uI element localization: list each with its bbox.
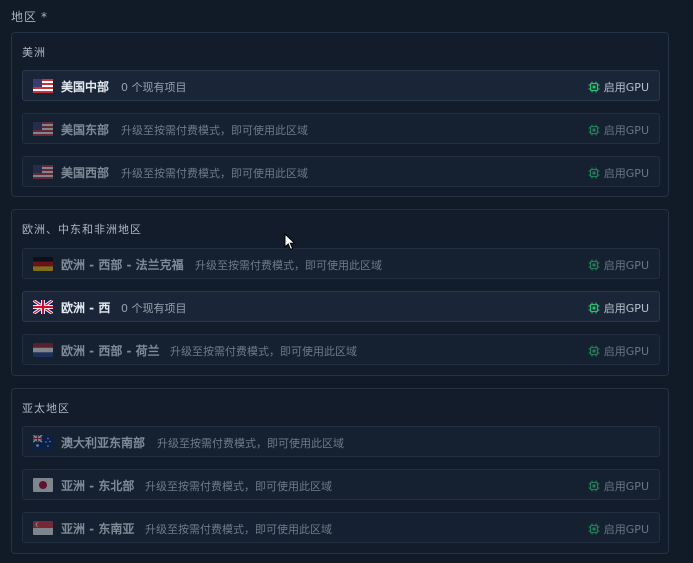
region-option-eu-west[interactable]: 欧洲 - 西 0 个现有项目 启用GPU [22,291,660,322]
flag-sg-icon [33,521,53,535]
region-description: 升级至按需付费模式，即可使用此区域 [121,124,308,137]
region-name: 美国西部 [61,166,110,180]
chip-icon [588,124,600,136]
chip-icon [588,81,600,93]
chip-icon [588,480,600,492]
required-asterisk: * [41,10,49,24]
region-option-asia-southeast[interactable]: 亚洲 - 东南亚 升级至按需付费模式，即可使用此区域 启用GPU [22,512,660,543]
gpu-label: 启用GPU [603,345,649,358]
region-description: 升级至按需付费模式，即可使用此区域 [195,259,382,272]
region-name: 亚洲 - 东北部 [61,479,135,493]
region-option-eu-west-netherlands[interactable]: 欧洲 - 西部 - 荷兰 升级至按需付费模式，即可使用此区域 启用GPU [22,334,660,365]
region-field-label: 地区 * [11,8,48,25]
region-description: 升级至按需付费模式，即可使用此区域 [157,437,344,450]
gpu-label: 启用GPU [603,523,649,536]
region-option-asia-northeast[interactable]: 亚洲 - 东北部 升级至按需付费模式，即可使用此区域 启用GPU [22,469,660,500]
region-name: 澳大利亚东南部 [61,436,146,450]
gpu-label: 启用GPU [603,480,649,493]
gpu-badge: 启用GPU [588,478,649,494]
flag-us-icon [33,79,53,93]
region-option-us-east[interactable]: 美国东部 升级至按需付费模式，即可使用此区域 启用GPU [22,113,660,144]
gpu-badge: 启用GPU [588,165,649,181]
group-title: 美洲 [22,46,46,59]
region-description: 升级至按需付费模式，即可使用此区域 [145,523,332,536]
region-name: 亚洲 - 东南亚 [61,522,135,536]
chip-icon [588,345,600,357]
region-option-australia-southeast[interactable]: 澳大利亚东南部 升级至按需付费模式，即可使用此区域 [22,426,660,457]
group-title: 欧洲、中东和非洲地区 [22,223,142,236]
region-group-emea: 欧洲、中东和非洲地区 欧洲 - 西部 - 法兰克福 升级至按需付费模式，即可使用… [11,209,669,376]
flag-us-icon [33,122,53,136]
field-label-text: 地区 [11,10,38,24]
flag-us-icon [33,165,53,179]
gpu-label: 启用GPU [603,259,649,272]
region-name: 美国东部 [61,123,110,137]
gpu-badge: 启用GPU [588,122,649,138]
chip-icon [588,523,600,535]
flag-au-icon [33,435,53,449]
region-name: 欧洲 - 西部 - 法兰克福 [61,258,184,272]
region-name: 欧洲 - 西部 - 荷兰 [61,344,160,358]
flag-jp-icon [33,478,53,492]
gpu-badge: 启用GPU [588,343,649,359]
region-option-us-central[interactable]: 美国中部 0 个现有项目 启用GPU [22,70,660,101]
gpu-badge: 启用GPU [588,79,649,95]
region-option-us-west[interactable]: 美国西部 升级至按需付费模式，即可使用此区域 启用GPU [22,156,660,187]
region-name: 美国中部 [61,80,110,94]
region-description: 0 个现有项目 [121,81,187,94]
flag-de-icon [33,257,53,271]
region-name: 欧洲 - 西 [61,301,111,315]
gpu-badge: 启用GPU [588,300,649,316]
gpu-badge: 启用GPU [588,257,649,273]
region-description: 升级至按需付费模式，即可使用此区域 [121,167,308,180]
gpu-label: 启用GPU [603,302,649,315]
gpu-label: 启用GPU [603,81,649,94]
region-description: 升级至按需付费模式，即可使用此区域 [170,345,357,358]
chip-icon [588,167,600,179]
region-description: 0 个现有项目 [121,302,187,315]
region-description: 升级至按需付费模式，即可使用此区域 [145,480,332,493]
flag-uk-icon [33,300,53,314]
gpu-label: 启用GPU [603,167,649,180]
chip-icon [588,259,600,271]
flag-nl-icon [33,343,53,357]
group-title: 亚太地区 [22,402,70,415]
gpu-label: 启用GPU [603,124,649,137]
region-option-eu-west-frankfurt[interactable]: 欧洲 - 西部 - 法兰克福 升级至按需付费模式，即可使用此区域 启用GPU [22,248,660,279]
mouse-pointer-icon [284,233,296,251]
gpu-badge: 启用GPU [588,521,649,537]
region-group-americas: 美洲 美国中部 0 个现有项目 启用GPU 美国东部 升级至按需付费模式，即可使… [11,32,669,197]
chip-icon [588,302,600,314]
region-group-apac: 亚太地区 澳大利亚东南部 升级至按需付费模式，即可使用此区域 亚洲 - 东北部 … [11,388,669,554]
